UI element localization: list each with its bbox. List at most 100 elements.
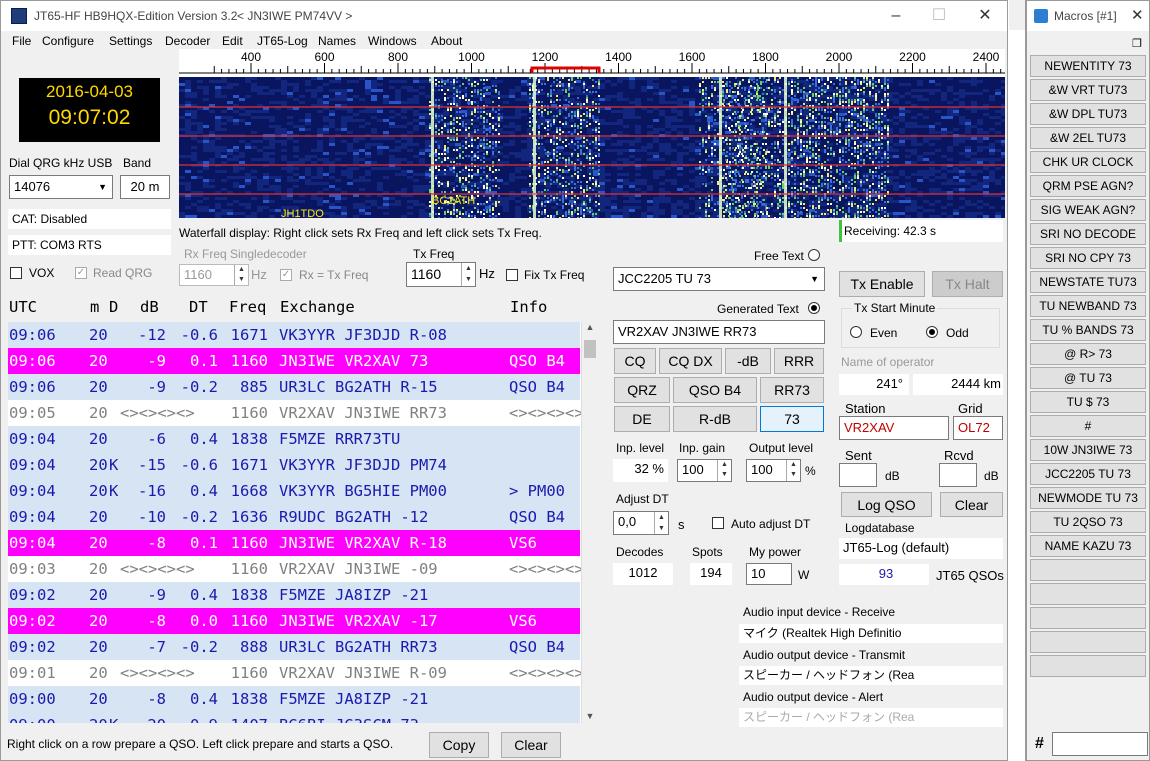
tx-enable-button[interactable]: Tx Enable: [839, 271, 925, 297]
table-row[interactable]: 09:00 20K-200.91407 BG6BI JG3SCM 73: [8, 712, 580, 723]
macro-button[interactable]: JCC2205 TU 73: [1030, 463, 1146, 485]
log-qso-button[interactable]: Log QSO: [841, 492, 932, 517]
rx-freq-field[interactable]: 1160 ▲ ▼: [179, 264, 249, 286]
macro-button[interactable]: SRI NO CPY 73: [1030, 247, 1146, 269]
macro-button[interactable]: @ TU 73: [1030, 367, 1146, 389]
table-row[interactable]: 09:00 20 -8 0.4 1838 F5MZE JA8IZP -21: [8, 686, 580, 712]
macro-button[interactable]: NAME KAZU 73: [1030, 535, 1146, 557]
cq-dx-button[interactable]: CQ DX: [659, 348, 722, 374]
table-row[interactable]: 09:04 20 -6 0.4 1838 F5MZE RRR73TU: [8, 426, 580, 452]
menu-names[interactable]: Names: [318, 34, 356, 48]
table-row[interactable]: 09:02 20 -9 0.4 1838 F5MZE JA8IZP -21: [8, 582, 580, 608]
restore-icon[interactable]: ❐: [1132, 37, 1142, 50]
cq-button[interactable]: CQ: [614, 348, 656, 374]
de-button[interactable]: DE: [614, 406, 670, 432]
read-qrg-checkbox[interactable]: ✓: [75, 267, 87, 279]
table-row[interactable]: 09:04 20 -10 -0.2 1636 R9UDC BG2ATH -12 QSO B4: [8, 504, 580, 530]
station-field[interactable]: VR2XAV: [839, 416, 949, 440]
menu-settings[interactable]: Settings: [109, 34, 152, 48]
minimize-icon[interactable]: –: [876, 4, 916, 28]
macro-button[interactable]: [1030, 631, 1146, 653]
macro-button[interactable]: &W VRT TU73: [1030, 79, 1146, 101]
table-row[interactable]: 09:01 20 <><><><> 1160 VR2XAV JN3IWE R-09 <><…: [8, 660, 581, 686]
vox-checkbox[interactable]: [10, 267, 22, 279]
odd-radio[interactable]: [926, 326, 938, 338]
dial-qrg-select[interactable]: 14076 ▼: [9, 175, 113, 199]
macro-button[interactable]: #: [1030, 415, 1146, 437]
menu-decoder[interactable]: Decoder: [165, 34, 210, 48]
free-text-radio[interactable]: [808, 249, 820, 261]
sent-field[interactable]: [839, 463, 877, 487]
macro-button[interactable]: SIG WEAK AGN?: [1030, 199, 1146, 221]
rx-eq-tx-checkbox[interactable]: ✓: [280, 269, 292, 281]
copy-button[interactable]: Copy: [429, 732, 489, 758]
clear-button[interactable]: Clear: [940, 492, 1003, 517]
audio-in-field[interactable]: マイク (Realtek High Definitio: [739, 624, 1003, 643]
auto-adjust-checkbox[interactable]: [712, 517, 724, 529]
scrollbar-thumb[interactable]: [584, 340, 596, 358]
audio-alert-field[interactable]: スピーカー / ヘッドフォン (Rea: [739, 708, 1003, 727]
menu-about[interactable]: About: [431, 34, 462, 48]
menu-file[interactable]: File: [12, 34, 31, 48]
menu-edit[interactable]: Edit: [222, 34, 243, 48]
generated-text-field[interactable]: VR2XAV JN3IWE RR73: [613, 320, 825, 344]
waterfall-display[interactable]: JH1TDO BG2ATH: [179, 77, 1005, 218]
free-text-select[interactable]: JCC2205 TU 73 ▼: [613, 267, 825, 291]
macro-button[interactable]: TU 2QSO 73: [1030, 511, 1146, 533]
macro-button[interactable]: [1030, 583, 1146, 605]
macro-button[interactable]: TU NEWBAND 73: [1030, 295, 1146, 317]
close-icon[interactable]: ✕: [1131, 6, 1144, 24]
table-row[interactable]: 09:06 20 -12 -0.6 1671 VK3YYR JF3DJD R-08: [8, 322, 580, 348]
close-icon[interactable]: ✕: [965, 4, 1005, 28]
macro-button[interactable]: [1030, 655, 1146, 677]
rcvd-field[interactable]: [939, 463, 977, 487]
audio-tx-field[interactable]: スピーカー / ヘッドフォン (Rea: [739, 666, 1003, 685]
macro-button[interactable]: &W 2EL TU73: [1030, 127, 1146, 149]
table-row[interactable]: 09:04 20 -8 0.1 1160 JN3IWE VR2XAV R-18 VS6: [8, 530, 580, 556]
macro-button[interactable]: 10W JN3IWE 73: [1030, 439, 1146, 461]
table-row[interactable]: 09:02 20 -7 -0.2 888 UR3LC BG2ATH RR73 QSO B4: [8, 634, 580, 660]
clear-list-button[interactable]: Clear: [501, 732, 561, 758]
macro-button[interactable]: NEWMODE TU 73: [1030, 487, 1146, 509]
macro-button[interactable]: [1030, 607, 1146, 629]
table-row[interactable]: 09:03 20 <><><><> 1160 VR2XAV JN3IWE -09 <><>…: [8, 556, 581, 582]
even-radio[interactable]: [850, 326, 862, 338]
macro-button[interactable]: TU $ 73: [1030, 391, 1146, 413]
output-level-field[interactable]: 100 ▲ ▼: [746, 459, 801, 482]
rrr-button[interactable]: RRR: [774, 348, 824, 374]
macro-button[interactable]: NEWENTITY 73: [1030, 55, 1146, 77]
macro-button[interactable]: SRI NO DECODE: [1030, 223, 1146, 245]
macro-button[interactable]: @ R> 73: [1030, 343, 1146, 365]
tx-halt-button[interactable]: Tx Halt: [932, 271, 1003, 297]
r-db-button[interactable]: R-dB: [673, 406, 757, 432]
rr73-button[interactable]: RR73: [760, 377, 824, 403]
fix-tx-checkbox[interactable]: [506, 269, 518, 281]
inp-gain-field[interactable]: 100 ▲ ▼: [677, 459, 732, 482]
macro-button[interactable]: CHK UR CLOCK: [1030, 151, 1146, 173]
macro-button[interactable]: TU % BANDS 73: [1030, 319, 1146, 341]
macro-button[interactable]: NEWSTATE TU73: [1030, 271, 1146, 293]
table-row[interactable]: 09:04 20 K -16 0.4 1668 VK3YYR BG5HIE PM00 > PM…: [8, 478, 580, 504]
macro-button[interactable]: &W DPL TU73: [1030, 103, 1146, 125]
macro-input[interactable]: [1052, 732, 1148, 756]
generated-text-radio[interactable]: [808, 302, 820, 314]
adjust-dt-field[interactable]: 0,0 ▲ ▼: [613, 511, 669, 535]
menu-jt65-log[interactable]: JT65-Log: [257, 34, 308, 48]
power-field[interactable]: 10: [746, 563, 792, 585]
qso-b4-button[interactable]: QSO B4: [673, 377, 757, 403]
table-row[interactable]: 09:05 20 <><><><> 1160 VR2XAV JN3IWE RR73 <><…: [8, 400, 581, 426]
minus-db-button[interactable]: -dB: [725, 348, 771, 374]
table-row[interactable]: 09:04 20 K -15 -0.6 1671 VK3YYR JF3DJD PM74: [8, 452, 580, 478]
menu-windows[interactable]: Windows: [368, 34, 417, 48]
tx-freq-field[interactable]: 1160 ▲ ▼: [406, 262, 476, 287]
table-row[interactable]: 09:06 20 -9 0.1 1160 JN3IWE VR2XAV 73 QSO B4: [8, 348, 580, 374]
table-row[interactable]: 09:02 20 -8 0.0 1160 JN3IWE VR2XAV -17 VS6: [8, 608, 580, 634]
macro-button[interactable]: [1030, 559, 1146, 581]
macro-button[interactable]: QRM PSE AGN?: [1030, 175, 1146, 197]
table-row[interactable]: 09:06 20 -9 -0.2 885 UR3LC BG2ATH R-15 QSO B4: [8, 374, 580, 400]
73-button[interactable]: 73: [760, 406, 824, 432]
grid-field[interactable]: OL72: [953, 416, 1003, 440]
qrz-button[interactable]: QRZ: [614, 377, 670, 403]
menu-configure[interactable]: Configure: [42, 34, 94, 48]
table-scrollbar[interactable]: ▲ ▼: [581, 322, 598, 723]
